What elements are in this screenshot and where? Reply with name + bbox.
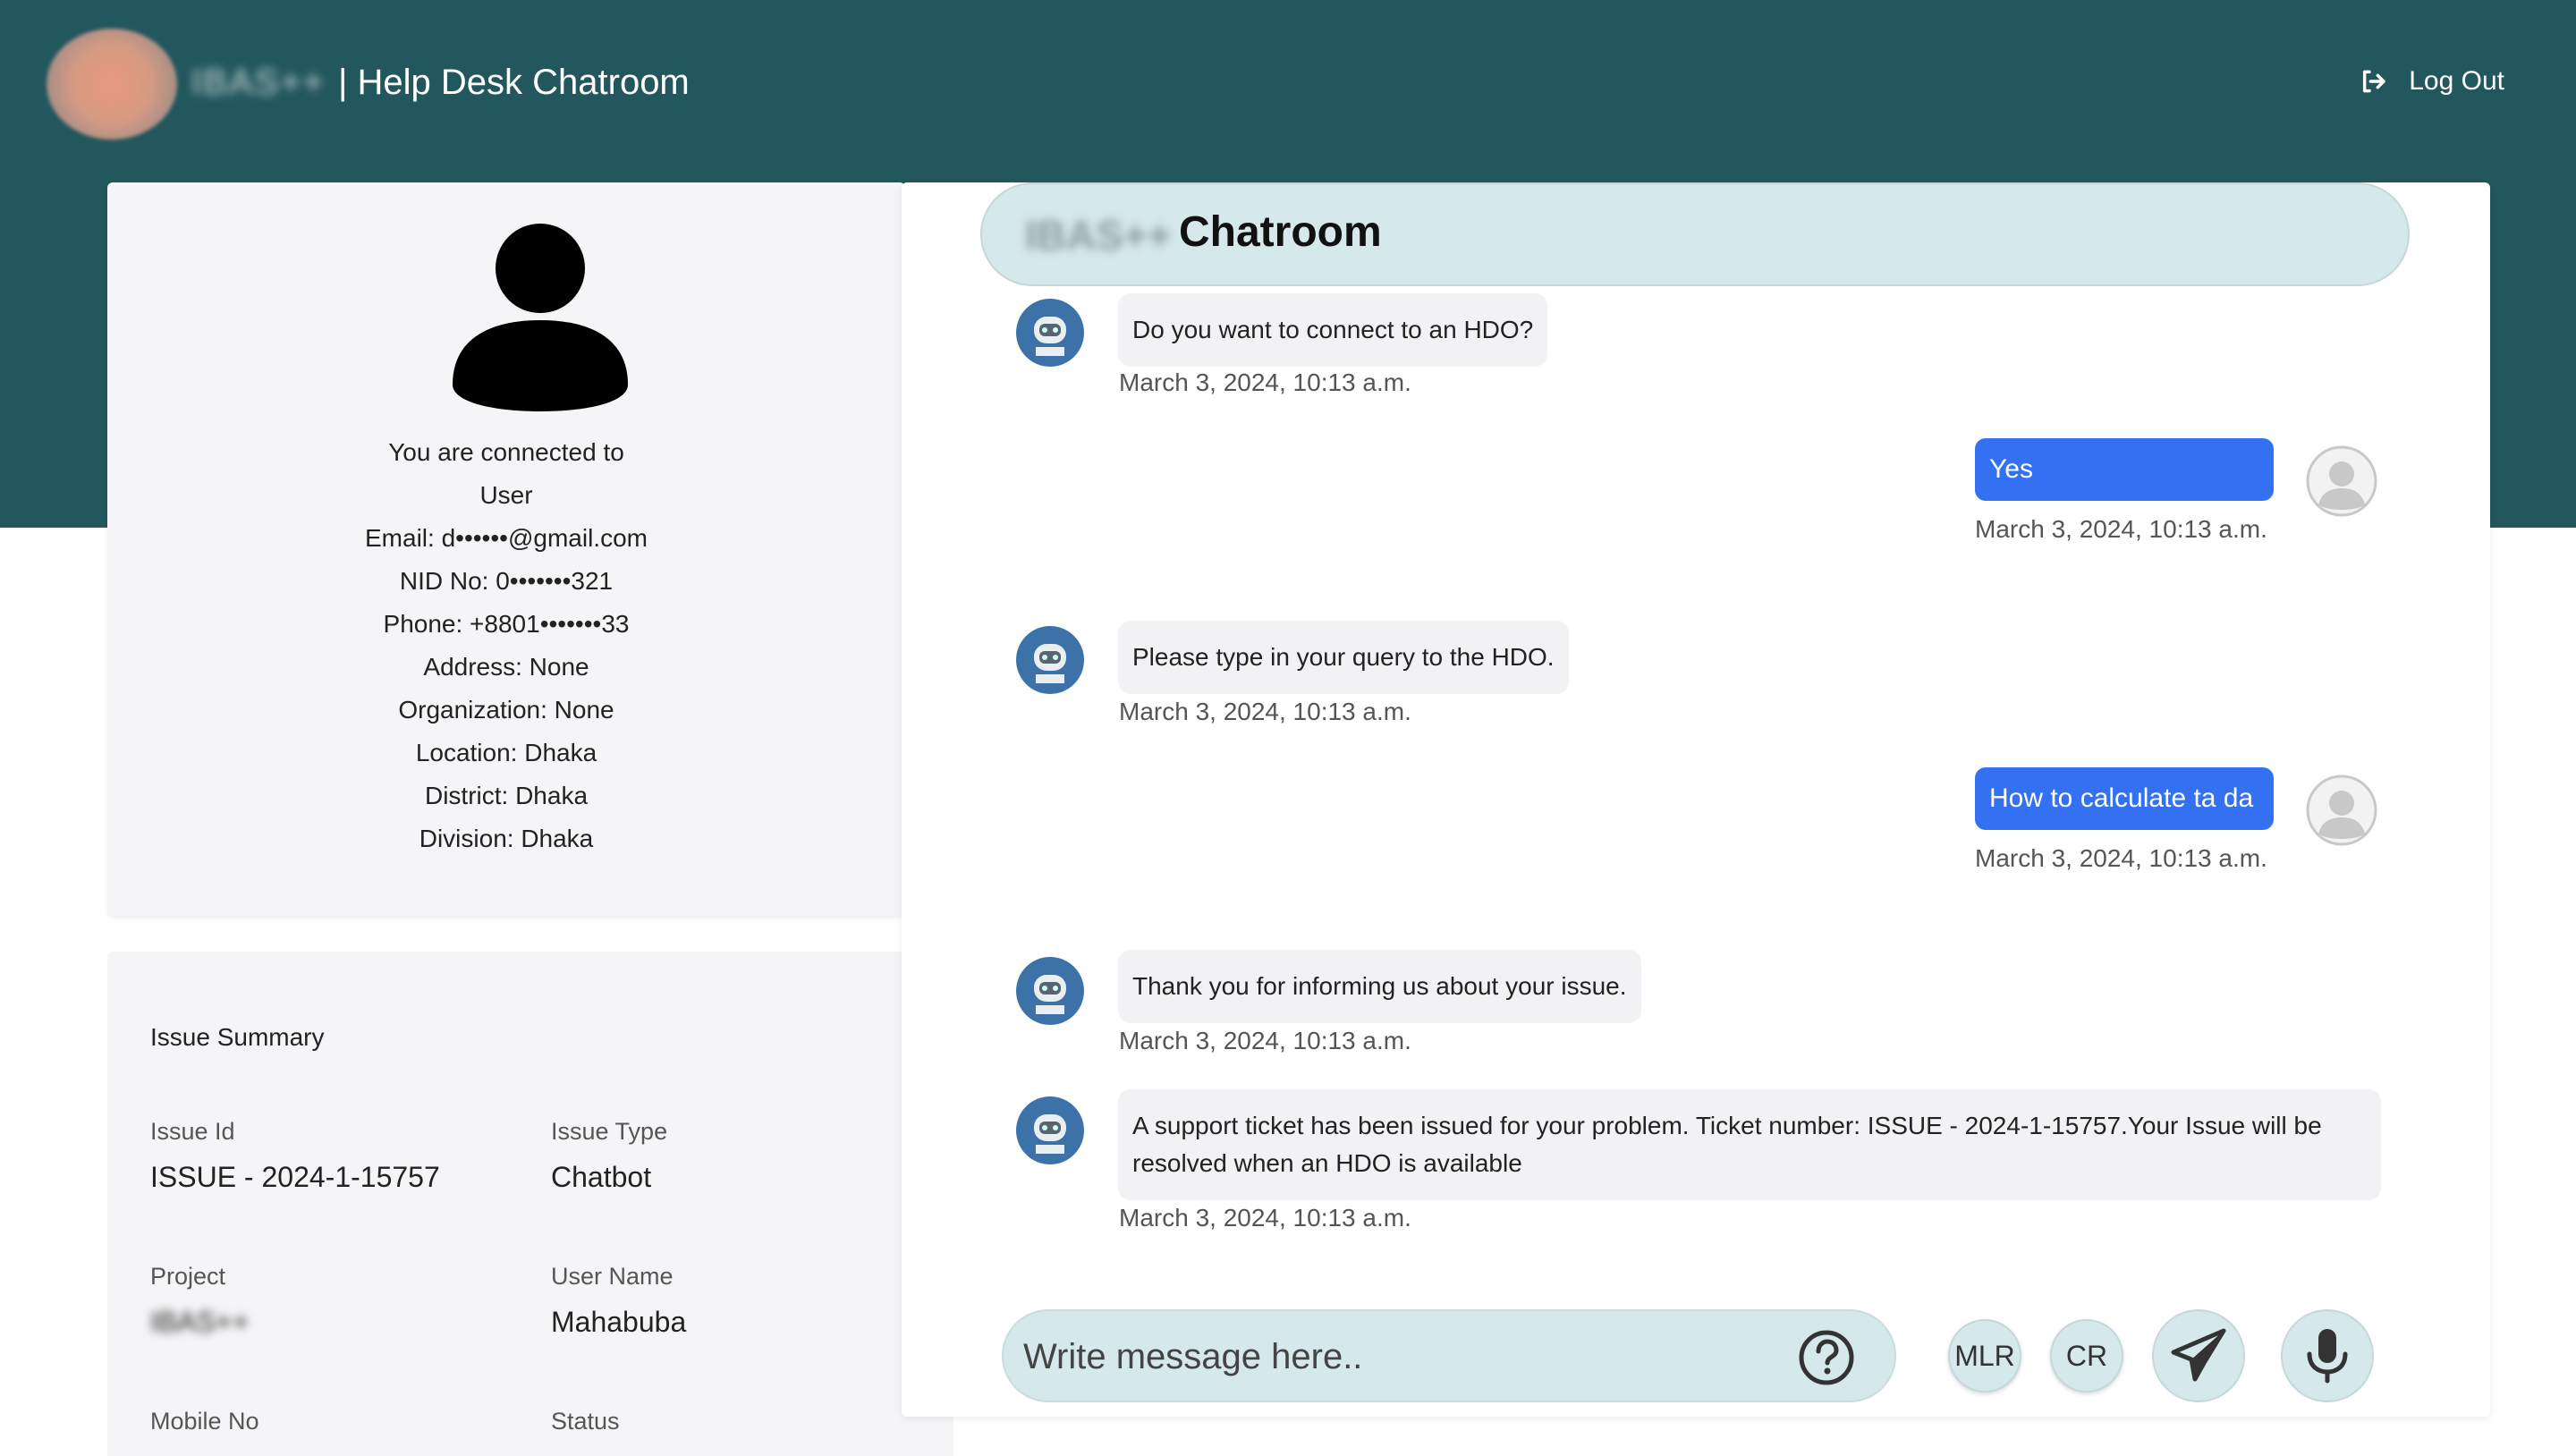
message-composer	[1002, 1309, 1896, 1402]
page-title: | Help Desk Chatroom	[338, 63, 690, 102]
chat-message-user: How to calculate ta da	[1975, 767, 2274, 830]
message-input[interactable]	[1023, 1329, 1757, 1384]
message-timestamp: March 3, 2024, 10:13 a.m.	[1975, 844, 2267, 872]
connection-address: Address: None	[423, 653, 589, 681]
chat-message-bot: A support ticket has been issued for you…	[1118, 1089, 2381, 1200]
chat-header-brand: IBAS++	[1025, 212, 1172, 258]
username-value: Mahabuba	[551, 1306, 687, 1338]
message-timestamp: March 3, 2024, 10:13 a.m.	[1119, 698, 1411, 725]
connection-division: Division: Dhaka	[419, 825, 594, 852]
connection-intro: You are connected to	[388, 438, 624, 466]
project-value: IBAS++	[150, 1306, 250, 1338]
logout-button[interactable]: Log Out	[2359, 66, 2504, 97]
chat-message-bot: Do you want to connect to an HDO?	[1118, 293, 1548, 367]
connection-nid: NID No: 0•••••••321	[399, 567, 614, 595]
send-icon	[2171, 1328, 2226, 1382]
connection-location: Location: Dhaka	[415, 739, 597, 766]
voice-button[interactable]	[2281, 1309, 2374, 1402]
issue-summary-title: Issue Summary	[150, 1023, 325, 1051]
user-silhouette-icon	[453, 224, 628, 411]
mlr-button[interactable]: MLR	[1948, 1319, 2021, 1393]
chat-message-user: Yes	[1975, 438, 2274, 501]
send-button[interactable]	[2152, 1309, 2245, 1402]
user-avatar-icon	[2306, 775, 2377, 846]
help-icon[interactable]	[1798, 1329, 1855, 1386]
mobile-label: Mobile No	[150, 1408, 259, 1435]
chat-message-bot: Thank you for informing us about your is…	[1118, 950, 1641, 1023]
issue-type-value: Chatbot	[551, 1161, 652, 1193]
logout-label: Log Out	[2409, 66, 2504, 96]
connection-phone: Phone: +8801•••••••33	[383, 610, 630, 638]
chat-message-bot: Please type in your query to the HDO.	[1118, 621, 1569, 694]
cr-button[interactable]: CR	[2050, 1319, 2123, 1393]
connection-role: User	[479, 481, 533, 509]
message-timestamp: March 3, 2024, 10:13 a.m.	[1119, 1027, 1411, 1054]
chat-header-title: Chatroom	[1179, 208, 1382, 256]
bot-avatar-icon	[1016, 626, 1084, 694]
issue-id-label: Issue Id	[150, 1118, 235, 1145]
issue-summary-card: Issue Summary Issue Id ISSUE - 2024-1-15…	[107, 952, 953, 1456]
connection-district: District: Dhaka	[424, 782, 589, 809]
brand-logo	[47, 29, 177, 140]
logout-icon	[2363, 70, 2385, 93]
issue-type-label: Issue Type	[551, 1118, 668, 1145]
status-label: Status	[551, 1408, 620, 1435]
issue-id-value: ISSUE - 2024-1-15757	[150, 1161, 440, 1193]
message-timestamp: March 3, 2024, 10:13 a.m.	[1975, 515, 2267, 543]
bot-avatar-icon	[1016, 957, 1084, 1025]
brand-name: IBAS++	[191, 63, 326, 102]
project-label: Project	[150, 1263, 226, 1290]
chat-panel: IBAS++ Chatroom Do you want to connect t…	[902, 182, 2490, 1417]
message-timestamp: March 3, 2024, 10:13 a.m.	[1119, 368, 1411, 396]
username-label: User Name	[551, 1263, 674, 1290]
connection-organization: Organization: None	[398, 696, 614, 724]
connection-card: You are connected to User Email: d••••••…	[107, 182, 905, 916]
bot-avatar-icon	[1016, 1096, 1084, 1164]
bot-avatar-icon	[1016, 299, 1084, 367]
user-avatar-icon	[2306, 445, 2377, 517]
chat-header: IBAS++ Chatroom	[980, 182, 2410, 286]
connection-email: Email: d••••••@gmail.com	[365, 524, 648, 552]
mic-icon	[2307, 1329, 2348, 1384]
message-timestamp: March 3, 2024, 10:13 a.m.	[1119, 1204, 1411, 1232]
